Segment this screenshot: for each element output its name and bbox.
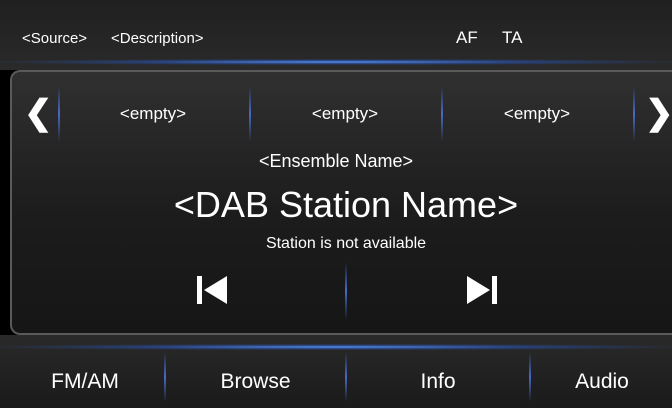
tab-browse[interactable]: Browse: [168, 370, 343, 394]
tab-fm-am[interactable]: FM/AM: [0, 370, 170, 394]
ensemble-name: <Ensemble Name>: [258, 151, 414, 171]
source-label: <Source>: [22, 30, 88, 47]
ta-indicator: TA: [502, 28, 523, 47]
tab-divider: [345, 352, 347, 402]
chevron-left-icon[interactable]: ❮: [24, 96, 53, 130]
station-name: <DAB Station Name>: [173, 184, 519, 225]
tab-audio[interactable]: Audio: [532, 370, 672, 394]
status-divider: [0, 59, 672, 65]
station-status: Station is not available: [265, 235, 427, 252]
bottom-divider: [0, 344, 672, 350]
preset-divider: [633, 86, 635, 142]
description-label: <Description>: [111, 30, 204, 47]
preset-divider: [249, 86, 251, 142]
af-indicator: AF: [456, 28, 478, 47]
preset-1[interactable]: <empty>: [60, 104, 246, 124]
skip-next-icon[interactable]: [463, 270, 503, 310]
controls-divider: [345, 262, 347, 320]
preset-2[interactable]: <empty>: [252, 104, 438, 124]
skip-previous-icon[interactable]: [193, 270, 233, 310]
tab-divider: [529, 352, 531, 402]
tab-info[interactable]: Info: [348, 370, 528, 394]
preset-3[interactable]: <empty>: [444, 104, 630, 124]
preset-divider: [441, 86, 443, 142]
chevron-right-icon[interactable]: ❯: [645, 96, 672, 130]
